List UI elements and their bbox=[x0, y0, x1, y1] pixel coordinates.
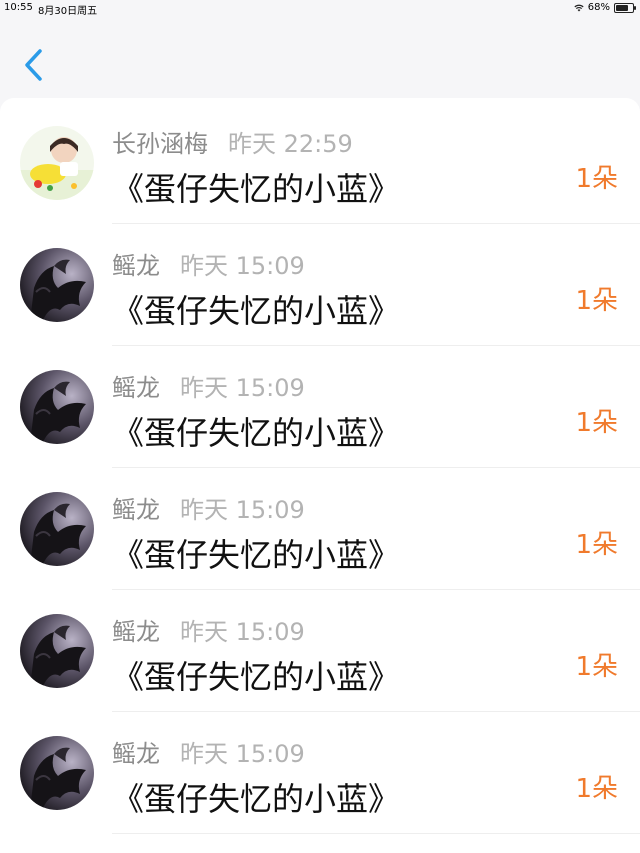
back-button[interactable] bbox=[22, 48, 46, 82]
list-item[interactable]: 鳐龙 昨天 15:09 《蛋仔失忆的小蓝》 1朵 bbox=[0, 224, 640, 346]
status-date: 8月30日周五 bbox=[38, 6, 98, 17]
sender-name: 长孙涵梅 bbox=[112, 130, 208, 158]
list-item[interactable]: 鳐龙 昨天 15:09 《蛋仔失忆的小蓝》 1朵 bbox=[0, 712, 640, 834]
timestamp: 昨天 15:09 bbox=[180, 252, 305, 280]
dragon-avatar[interactable] bbox=[20, 370, 94, 444]
sender-name: 鳐龙 bbox=[112, 252, 160, 280]
dragon-avatar[interactable] bbox=[20, 736, 94, 810]
timestamp: 昨天 15:09 bbox=[180, 496, 305, 524]
gift-count: 1朵 bbox=[575, 286, 618, 316]
timestamp: 昨天 22:59 bbox=[228, 130, 353, 158]
timestamp: 昨天 15:09 bbox=[180, 374, 305, 402]
dragon-avatar[interactable] bbox=[20, 492, 94, 566]
timestamp: 昨天 15:09 bbox=[180, 740, 305, 768]
gift-count: 1朵 bbox=[575, 408, 618, 438]
status-bar: 10:55 8月30日周五 68% bbox=[0, 0, 640, 17]
list-item[interactable]: 鳐龙 昨天 15:09 《蛋仔失忆的小蓝》 1朵 bbox=[0, 346, 640, 468]
sender-name: 鳐龙 bbox=[112, 496, 160, 524]
sender-name: 鳐龙 bbox=[112, 740, 160, 768]
battery-percent: 68% bbox=[587, 2, 610, 13]
message-text: 《蛋仔失忆的小蓝》 bbox=[112, 292, 401, 330]
sender-name: 鳐龙 bbox=[112, 618, 160, 646]
status-indicators: 68% bbox=[574, 2, 636, 13]
timestamp: 昨天 15:09 bbox=[180, 618, 305, 646]
dragon-avatar[interactable] bbox=[20, 248, 94, 322]
header bbox=[0, 16, 640, 98]
list-item[interactable]: 鳐龙 昨天 15:09 《蛋仔失忆的小蓝》 1朵 bbox=[0, 590, 640, 712]
list-item[interactable]: 鳐龙 昨天 15:09 《蛋仔失忆的小蓝》 1朵 bbox=[0, 468, 640, 590]
battery-icon bbox=[614, 2, 636, 13]
list-item[interactable]: 长孙涵梅 昨天 22:59 《蛋仔失忆的小蓝》 1朵 bbox=[0, 102, 640, 224]
sender-name: 鳐龙 bbox=[112, 374, 160, 402]
gift-count: 1朵 bbox=[575, 774, 618, 804]
message-text: 《蛋仔失忆的小蓝》 bbox=[112, 414, 401, 452]
message-text: 《蛋仔失忆的小蓝》 bbox=[112, 536, 401, 574]
dragon-avatar[interactable] bbox=[20, 614, 94, 688]
gift-count: 1朵 bbox=[575, 530, 618, 560]
gift-count: 1朵 bbox=[575, 164, 618, 194]
status-time: 10:55 bbox=[4, 2, 33, 13]
message-text: 《蛋仔失忆的小蓝》 bbox=[112, 780, 401, 818]
wifi-icon bbox=[574, 4, 584, 11]
message-text: 《蛋仔失忆的小蓝》 bbox=[112, 658, 401, 696]
message-text: 《蛋仔失忆的小蓝》 bbox=[112, 170, 401, 208]
gift-record-list: 长孙涵梅 昨天 22:59 《蛋仔失忆的小蓝》 1朵 鳐龙 昨天 15:09 《蛋仔失忆的小… bbox=[0, 98, 640, 853]
person-avatar[interactable] bbox=[20, 126, 94, 200]
divider bbox=[112, 833, 640, 834]
gift-count: 1朵 bbox=[575, 652, 618, 682]
